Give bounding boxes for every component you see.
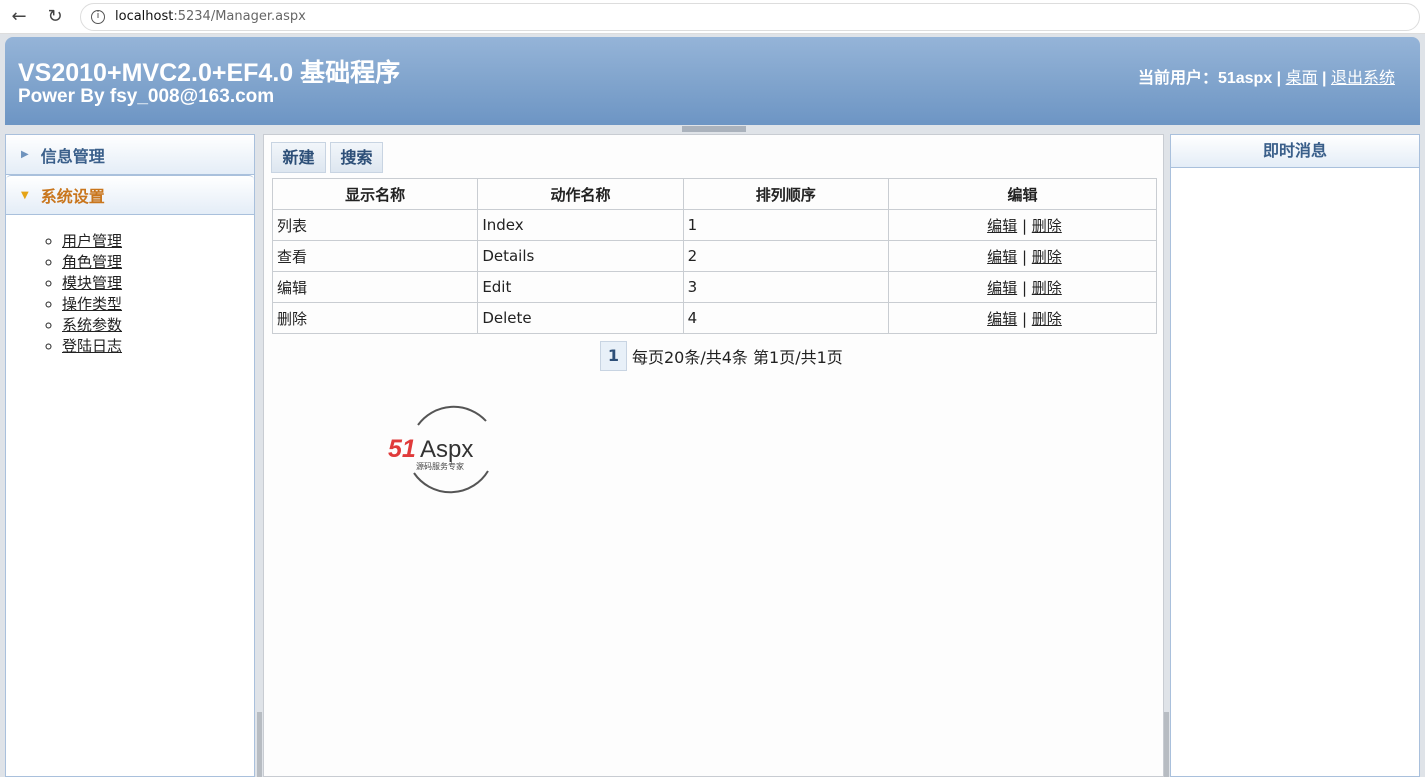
table-cell: 3 [682, 271, 889, 303]
app-title: VS2010+MVC2.0+EF4.0 基础程序 [18, 59, 401, 87]
scrollbar-left[interactable] [257, 712, 262, 777]
col-edit: 编辑 [887, 178, 1158, 210]
edit-link[interactable]: 编辑 [987, 310, 1017, 328]
sidebar-section-info[interactable]: ▶ 信息管理 [6, 135, 254, 175]
current-user: 当前用户：51aspx | [1137, 70, 1286, 87]
edit-link[interactable]: 编辑 [987, 279, 1017, 297]
address-bar[interactable]: i localhost:5234/Manager.aspx [80, 3, 1420, 31]
header: VS2010+MVC2.0+EF4.0 基础程序 Power By fsy_00… [5, 37, 1420, 125]
table-cell: Details [477, 240, 684, 272]
messages-panel: 即时消息 [1170, 134, 1420, 777]
user-info: 当前用户：51aspx | 桌面 | 退出系统 [1138, 64, 1395, 88]
51aspx-logo: 51 Aspx 源码服务专家 [388, 405, 489, 494]
col-action-name: 动作名称 [477, 178, 684, 210]
row-actions: 编辑 | 删除 [887, 240, 1158, 272]
table-cell: 编辑 [271, 271, 479, 303]
svg-text:源码服务专家: 源码服务专家 [416, 461, 464, 471]
search-button[interactable]: 搜索 [330, 142, 383, 173]
desktop-link[interactable]: 桌面 [1286, 70, 1318, 87]
table-cell: 2 [682, 240, 889, 272]
separator: | [1021, 247, 1027, 266]
back-icon[interactable]: ← [6, 5, 32, 29]
page-1-button[interactable]: 1 [600, 341, 627, 371]
menu-module-management[interactable]: 模块管理 [62, 274, 122, 292]
sidebar-section-settings[interactable]: ▼ 系统设置 [6, 175, 254, 215]
table-row: 查看 Details 2 编辑 | 删除 [271, 240, 1158, 272]
svg-text:Aspx: Aspx [420, 436, 473, 463]
svg-text:51: 51 [388, 435, 416, 463]
table-row: 编辑 Edit 3 编辑 | 删除 [271, 271, 1158, 303]
scrollbar-right[interactable] [1164, 712, 1169, 777]
messages-title: 即时消息 [1171, 135, 1419, 168]
reload-icon[interactable]: ↻ [42, 5, 68, 29]
splitter-handle[interactable] [682, 126, 746, 132]
separator: | [1021, 309, 1027, 328]
url-path: :5234/Manager.aspx [173, 9, 306, 24]
main-panel: 新建 搜索 显示名称 动作名称 排列顺序 编辑 列表 Index 1 编辑 | 删除查… [263, 134, 1164, 777]
table-cell: 4 [682, 302, 889, 334]
edit-link[interactable]: 编辑 [987, 217, 1017, 235]
actions-table: 显示名称 动作名称 排列顺序 编辑 列表 Index 1 编辑 | 删除 查看 Detai… [271, 178, 1158, 334]
table-cell: Index [477, 209, 684, 241]
app-subtitle: Power By fsy_008@163.com [18, 86, 275, 107]
menu-user-management[interactable]: 用户管理 [62, 232, 122, 250]
delete-link[interactable]: 删除 [1032, 217, 1062, 235]
sidebar: ▶ 信息管理 ▼ 系统设置 用户管理 角色管理 模块管理 操作类型 系统参数 登陆日… [5, 134, 255, 777]
browser-bar: ← ↻ i localhost:5234/Manager.aspx [0, 0, 1425, 34]
section-label: 信息管理 [40, 146, 105, 166]
table-cell: 1 [682, 209, 889, 241]
table-row: 列表 Index 1 编辑 | 删除 [271, 209, 1158, 241]
table-cell: 查看 [271, 240, 479, 272]
row-actions: 编辑 | 删除 [887, 271, 1158, 303]
separator: | [1021, 216, 1027, 235]
table-cell: 列表 [271, 209, 479, 241]
col-order: 排列顺序 [682, 178, 889, 210]
pager-info: 每页20条/共4条 第1页/共1页 [632, 348, 843, 367]
separator: | [1021, 278, 1027, 297]
menu-system-params[interactable]: 系统参数 [62, 316, 122, 334]
menu-role-management[interactable]: 角色管理 [62, 253, 122, 271]
new-button[interactable]: 新建 [271, 142, 326, 173]
settings-menu: 用户管理 角色管理 模块管理 操作类型 系统参数 登陆日志 [62, 231, 254, 357]
row-actions: 编辑 | 删除 [887, 302, 1158, 334]
pager: 1 每页20条/共4条 第1页/共1页 [600, 341, 843, 371]
separator: | [1317, 70, 1331, 87]
caret-right-icon: ▶ [21, 149, 29, 160]
table-row: 删除 Delete 4 编辑 | 删除 [271, 302, 1158, 334]
menu-login-log[interactable]: 登陆日志 [62, 337, 122, 355]
table-cell: 删除 [271, 302, 479, 334]
edit-link[interactable]: 编辑 [987, 248, 1017, 266]
table-cell: Delete [477, 302, 684, 334]
caret-down-icon: ▼ [21, 189, 29, 201]
delete-link[interactable]: 删除 [1032, 248, 1062, 266]
row-actions: 编辑 | 删除 [887, 209, 1158, 241]
menu-operation-type[interactable]: 操作类型 [62, 295, 122, 313]
table-cell: Edit [477, 271, 684, 303]
table-header: 显示名称 动作名称 排列顺序 编辑 [271, 178, 1158, 210]
logout-link[interactable]: 退出系统 [1331, 70, 1395, 87]
delete-link[interactable]: 删除 [1032, 279, 1062, 297]
section-label: 系统设置 [40, 187, 105, 206]
url-host: localhost [115, 9, 174, 24]
delete-link[interactable]: 删除 [1032, 310, 1062, 328]
col-display-name: 显示名称 [271, 178, 479, 210]
info-icon: i [91, 10, 105, 24]
